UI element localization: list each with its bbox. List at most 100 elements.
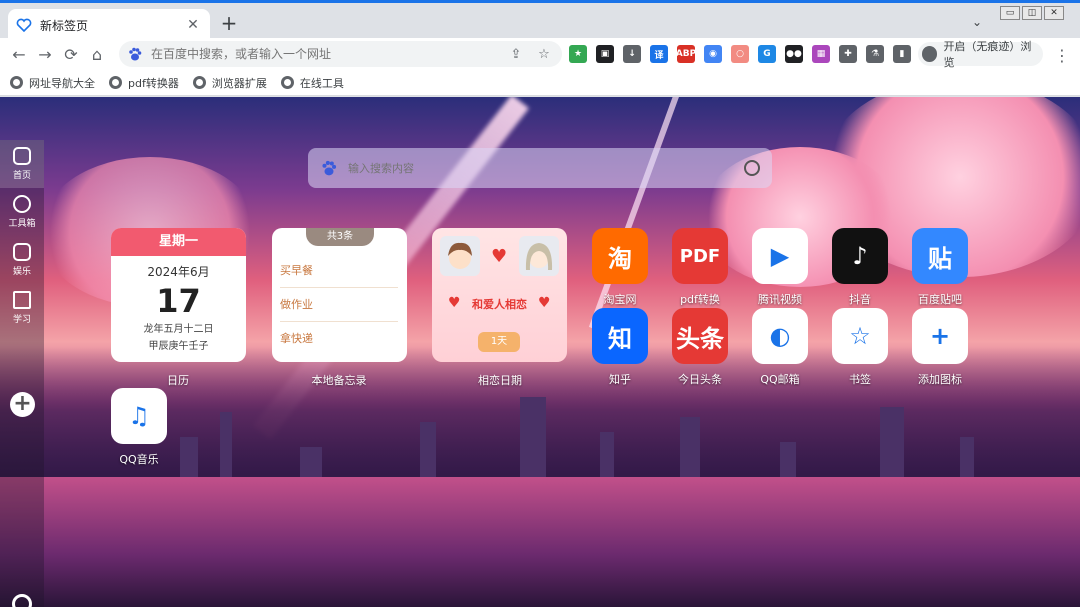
camera-ext-icon[interactable]: ◉ xyxy=(704,45,722,63)
baidu-paw-icon xyxy=(129,47,142,61)
boy-avatar xyxy=(440,236,480,276)
bookmark-item[interactable]: 网址导航大全 xyxy=(10,75,95,91)
sidepanel-icon[interactable]: ▮ xyxy=(893,45,911,63)
share-icon[interactable]: ⇪ xyxy=(506,47,526,62)
memo-item[interactable]: 买早餐 xyxy=(280,254,398,288)
app-label: 今日头条 xyxy=(678,373,722,386)
close-icon[interactable]: ✕ xyxy=(184,17,202,33)
bookmarks-bar: 网址导航大全 pdf转换器 浏览器扩展 在线工具 xyxy=(0,70,1080,96)
love-days-widget[interactable]: ♥ ♥ 和爱人相恋 ♥ 1天 xyxy=(432,228,567,362)
app-icon: 淘 xyxy=(608,244,632,273)
app-tile-3[interactable]: ♪ xyxy=(832,228,888,284)
sidebar-item-entertainment[interactable]: 娱乐 xyxy=(0,236,44,284)
puzzle-icon[interactable]: ✚ xyxy=(839,45,857,63)
restore-button[interactable]: ◫ xyxy=(1022,6,1042,20)
app-label: QQ邮箱 xyxy=(760,373,800,386)
app-tile-7[interactable]: ◐ xyxy=(752,308,808,364)
new-tab-button[interactable]: + xyxy=(218,13,240,35)
bookmark-label: 浏览器扩展 xyxy=(211,76,267,90)
sidebar-item-toolbox[interactable]: 工具箱 xyxy=(0,188,44,236)
love-days-count: 1天 xyxy=(478,332,520,352)
app-label: 腾讯视频 xyxy=(758,293,802,306)
menu-icon[interactable]: ⋮ xyxy=(1054,46,1070,65)
flask-icon[interactable]: ⚗ xyxy=(866,45,884,63)
app-tile-10[interactable]: ♫ xyxy=(111,388,167,444)
app-tile-5[interactable]: 知 xyxy=(592,308,648,364)
toolbar: ← → ⟳ ⌂ ⇪ ☆ ★ ▣ ↓ 译 ABP ◉ ○ G ●● ▦ ✚ ⚗ ▮ 开启（无痕迹）浏览 ⋮ xyxy=(0,38,1080,70)
app-label: 书签 xyxy=(849,373,871,386)
forward-button[interactable]: → xyxy=(32,41,58,67)
memo-widget[interactable]: 共3条 买早餐 做作业 拿快递 xyxy=(272,228,407,362)
eyes-ext-icon[interactable]: ●● xyxy=(785,45,803,63)
app-tile-8[interactable]: ☆ xyxy=(832,308,888,364)
app-icon: + xyxy=(929,322,951,350)
calendar-widget[interactable]: 星期一 2024年6月 17 龙年五月十二日 甲辰庚午壬子 xyxy=(111,228,246,362)
search-input[interactable] xyxy=(348,161,744,175)
sidebar-item-home[interactable]: 首页 xyxy=(0,140,44,188)
app-label: pdf转换 xyxy=(680,293,720,306)
love-caption: 相恋日期 xyxy=(478,374,522,387)
app-icon: PDF xyxy=(679,245,721,267)
app-tile-1[interactable]: PDF xyxy=(672,228,728,284)
girl-avatar xyxy=(519,236,559,276)
back-button[interactable]: ← xyxy=(6,41,32,67)
bookmark-item[interactable]: pdf转换器 xyxy=(109,75,179,91)
minimize-button[interactable]: ▭ xyxy=(1000,6,1020,20)
app-tile-9[interactable]: + xyxy=(912,308,968,364)
abp-ext-icon[interactable]: ABP xyxy=(676,45,696,63)
globe-icon xyxy=(109,76,122,89)
heart-icon xyxy=(16,18,32,33)
add-sidebar-button[interactable]: + xyxy=(10,392,35,417)
graduation-cap-icon xyxy=(13,291,31,309)
close-window-button[interactable]: ✕ xyxy=(1044,6,1064,20)
bookmark-item[interactable]: 在线工具 xyxy=(280,75,344,91)
app-icon: 知 xyxy=(608,324,632,353)
cloud-ext-icon[interactable]: G xyxy=(758,45,776,63)
app-tile-0[interactable]: 淘 xyxy=(592,228,648,284)
qr-ext-icon[interactable]: ▣ xyxy=(596,45,614,63)
calendar-ganzhi: 甲辰庚午壬子 xyxy=(148,341,209,352)
calendar-caption: 日历 xyxy=(167,374,189,387)
baidu-paw-icon xyxy=(322,160,337,176)
bookmark-item[interactable]: 浏览器扩展 xyxy=(192,75,267,91)
app-tile-6[interactable]: 头条 xyxy=(672,308,728,364)
app-icon: ♪ xyxy=(852,242,868,270)
bookmark-label: 网址导航大全 xyxy=(29,76,95,90)
address-input[interactable] xyxy=(151,47,498,61)
app-icon: 贴 xyxy=(928,244,952,273)
search-box[interactable] xyxy=(308,148,772,188)
tab-new-tab[interactable]: 新标签页 ✕ xyxy=(8,9,210,41)
gear-icon[interactable] xyxy=(12,594,32,607)
globe-icon xyxy=(10,76,23,89)
star-ext-icon[interactable]: ★ xyxy=(569,45,587,63)
sidebar-item-study[interactable]: 学习 xyxy=(0,284,44,332)
bookmark-star-icon[interactable]: ☆ xyxy=(534,47,554,62)
memo-item[interactable]: 拿快递 xyxy=(280,322,398,356)
memo-item[interactable]: 做作业 xyxy=(280,288,398,322)
reload-button[interactable]: ⟳ xyxy=(58,41,84,67)
omnibox[interactable]: ⇪ ☆ xyxy=(119,41,562,67)
search-icon[interactable] xyxy=(744,160,760,176)
home-button[interactable]: ⌂ xyxy=(84,41,110,67)
window-controls: ▭ ◫ ✕ xyxy=(1000,6,1064,20)
calendar-lunar-date: 龙年五月十二日 xyxy=(143,324,214,335)
app-label: 抖音 xyxy=(849,293,871,306)
globe-icon xyxy=(280,76,294,89)
app-tile-2[interactable]: ▶ xyxy=(752,228,808,284)
app-icon: ♫ xyxy=(128,402,150,430)
palette-ext-icon[interactable]: ▦ xyxy=(812,45,830,63)
profile-label: 开启（无痕迹）浏览 xyxy=(943,40,1032,69)
tab-strip: 新标签页 ✕ + ⌄ ▭ ◫ ✕ xyxy=(0,0,1080,41)
app-tile-4[interactable]: 贴 xyxy=(912,228,968,284)
profile-button[interactable]: 开启（无痕迹）浏览 xyxy=(918,40,1043,69)
ring-ext-icon[interactable]: ○ xyxy=(731,45,749,63)
translate-ext-icon[interactable]: 译 xyxy=(650,45,668,63)
download-icon[interactable]: ↓ xyxy=(623,45,641,63)
tab-search-button[interactable]: ⌄ xyxy=(972,15,982,29)
heart-icon: ♥ xyxy=(491,246,508,267)
sidebar-item-label: 工具箱 xyxy=(8,219,36,229)
app-label: 添加图标 xyxy=(918,373,962,386)
app-label: QQ音乐 xyxy=(119,453,159,466)
incognito-icon xyxy=(922,46,938,62)
gamepad-icon xyxy=(13,243,31,261)
